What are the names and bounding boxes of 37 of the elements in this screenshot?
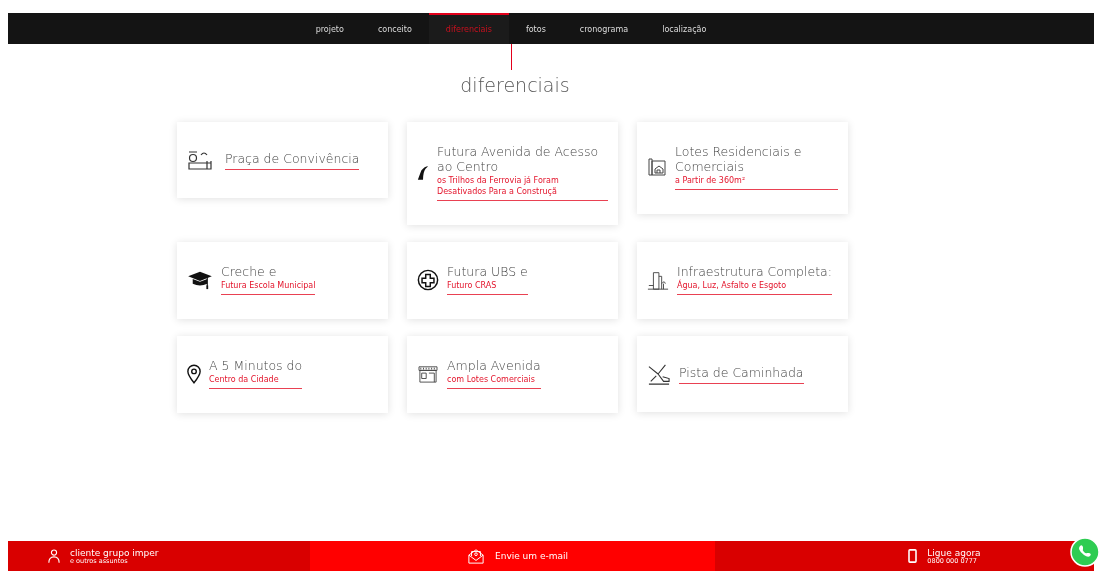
- footer-title: cliente grupo imper: [70, 547, 159, 558]
- feature-subtitle: com Lotes Comerciais: [447, 374, 536, 385]
- feature-icon: [187, 363, 201, 384]
- feature-title: A 5 Minutos do: [209, 358, 303, 373]
- feature-icon: [417, 364, 439, 383]
- feature-title: Praça de Convivência: [225, 150, 360, 166]
- feature-icon: [417, 164, 429, 181]
- feature-icon: [647, 363, 671, 385]
- footer-title: Envie um e-mail: [495, 551, 568, 561]
- nav-tab[interactable]: conceito: [360, 13, 429, 44]
- section-heading: diferenciais: [459, 74, 571, 96]
- footer-link[interactable]: Envie um e-mail: [310, 541, 715, 571]
- feature-icon: [647, 157, 667, 177]
- feature-icon: [417, 268, 439, 291]
- footer-icon: [908, 549, 918, 563]
- footer-icon: [467, 548, 485, 564]
- feature-subtitle: Água, Luz, Asfalto e Esgoto: [677, 280, 788, 291]
- footer-title: Ligue agora: [927, 547, 981, 558]
- feature-icon: [187, 269, 213, 290]
- feature-title: Ampla Avenida: [447, 358, 541, 373]
- feature-title: Lotes Residenciais e Comerciais: [675, 144, 803, 174]
- feature-title: Futura UBS e: [447, 264, 528, 279]
- footer-icon: [48, 549, 60, 563]
- whatsapp-icon[interactable]: [1070, 537, 1100, 567]
- nav-tab[interactable]: cronograma: [562, 13, 646, 44]
- feature-subtitle: os Trilhos da Ferrovia já Foram Desativados Para a Construçã: [437, 175, 560, 197]
- feature-subtitle: Futura Escola Municipal: [221, 280, 316, 291]
- feature-title: Pista de Caminhada: [679, 364, 804, 380]
- feature-title: Futura Avenida de Acesso ao Centro: [437, 144, 600, 174]
- feature-subtitle: a Partir de 360m²: [675, 175, 747, 186]
- nav-tab[interactable]: projeto: [298, 13, 361, 44]
- feature-subtitle: Centro da Cidade: [209, 374, 280, 385]
- feature-title: Creche e: [221, 264, 278, 279]
- feature-subtitle: Futuro CRAS: [447, 280, 498, 291]
- nav-tab[interactable]: fotos: [508, 13, 563, 44]
- nav-tab[interactable]: localização: [645, 13, 724, 44]
- feature-title: Infraestrutura Completa:: [677, 264, 832, 279]
